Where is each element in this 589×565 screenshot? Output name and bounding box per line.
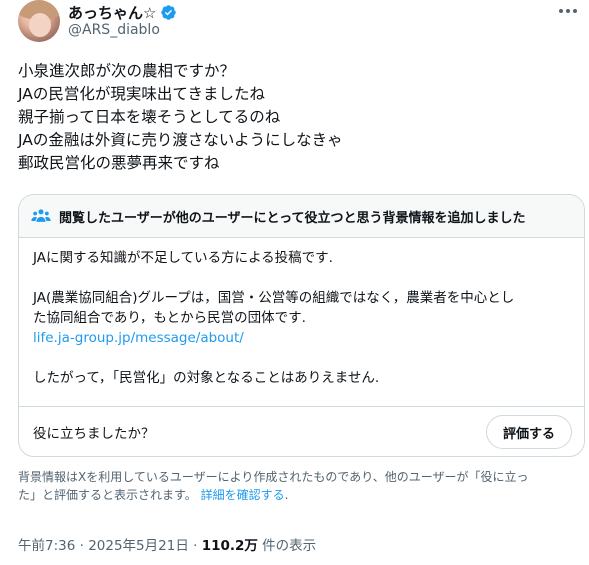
tweet-meta: 午前7:36 · 2025年5月21日 · 110.2万 件の表示 [18,534,316,554]
rate-button[interactable]: 評価する [485,415,572,449]
community-note: 閲覧したユーザーが他のユーザーにとって役立つと思う背景情報を追加しました JAに… [18,194,585,457]
note-paragraph-line: た協同組合であり，もとから民営の団体です. [33,310,306,326]
name-row[interactable]: あっちゃん☆ [68,2,177,23]
note-paragraph-line: JA(農業協同組合)グループは，国営・公営等の組織ではなく，農業者を中心とし [33,290,515,306]
community-note-body: JAに関する知識が不足している方による投稿です. JA(農業協同組合)グループは… [19,238,584,388]
timestamp[interactable]: 午前7:36 · 2025年5月21日 · [18,538,202,554]
note-paragraph: したがって，「民営化」の対象となることはありえません. [33,370,380,386]
note-paragraph: JAに関する知識が不足している方による投稿です. [33,250,333,266]
disclaimer-text: た」と評価すると表示されます。 [18,488,201,502]
helpful-question: 役に立ちましたか？ [33,426,155,442]
disclaimer-line: 背景情報はXを利用しているユーザーにより作成されたものであり、他のユーザーが「役… [18,470,529,484]
note-source-link[interactable]: life.ja-group.jp/message/about/ [33,328,570,348]
verified-badge-icon [161,5,177,20]
more-options-icon[interactable] [558,4,578,18]
note-disclaimer: 背景情報はXを利用しているユーザーにより作成されたものであり、他のユーザーが「役… [18,468,583,504]
tweet-line: 郵政民営化の悪夢再来ですね [18,154,220,172]
view-label: 件の表示 [257,538,317,554]
community-note-title: 閲覧したユーザーが他のユーザーにとって役立つと思う背景情報を追加しました [59,210,526,226]
user-handle[interactable]: @ARS_diablo [68,22,160,38]
community-note-header: 閲覧したユーザーが他のユーザーにとって役立つと思う背景情報を追加しました [19,195,584,238]
tweet-header: あっちゃん☆ @ARS_diablo [18,0,578,50]
disclaimer-period: . [284,488,289,502]
tweet-text: 小泉進次郎が次の農相ですか？ JAの民営化が現実味出てきましたね 親子揃って日本… [18,60,573,175]
community-note-footer: 役に立ちましたか？ 評価する [19,406,584,456]
tweet-line: JAの民営化が現実味出てきましたね [18,85,265,103]
tweet-line: 小泉進次郎が次の農相ですか？ [18,62,236,80]
people-icon [31,209,51,222]
view-count: 110.2万 [201,538,258,554]
tweet-line: 親子揃って日本を壊そうとしてるのね [18,108,281,126]
disclaimer-line: た」と評価すると表示されます。 詳細を確認する. [18,486,583,504]
tweet-line: JAの金融は外資に売り渡さないようにしなきゃ [18,131,343,149]
avatar[interactable] [18,0,60,42]
display-name[interactable]: あっちゃん☆ [68,2,156,23]
learn-more-link[interactable]: 詳細を確認する [201,488,285,502]
